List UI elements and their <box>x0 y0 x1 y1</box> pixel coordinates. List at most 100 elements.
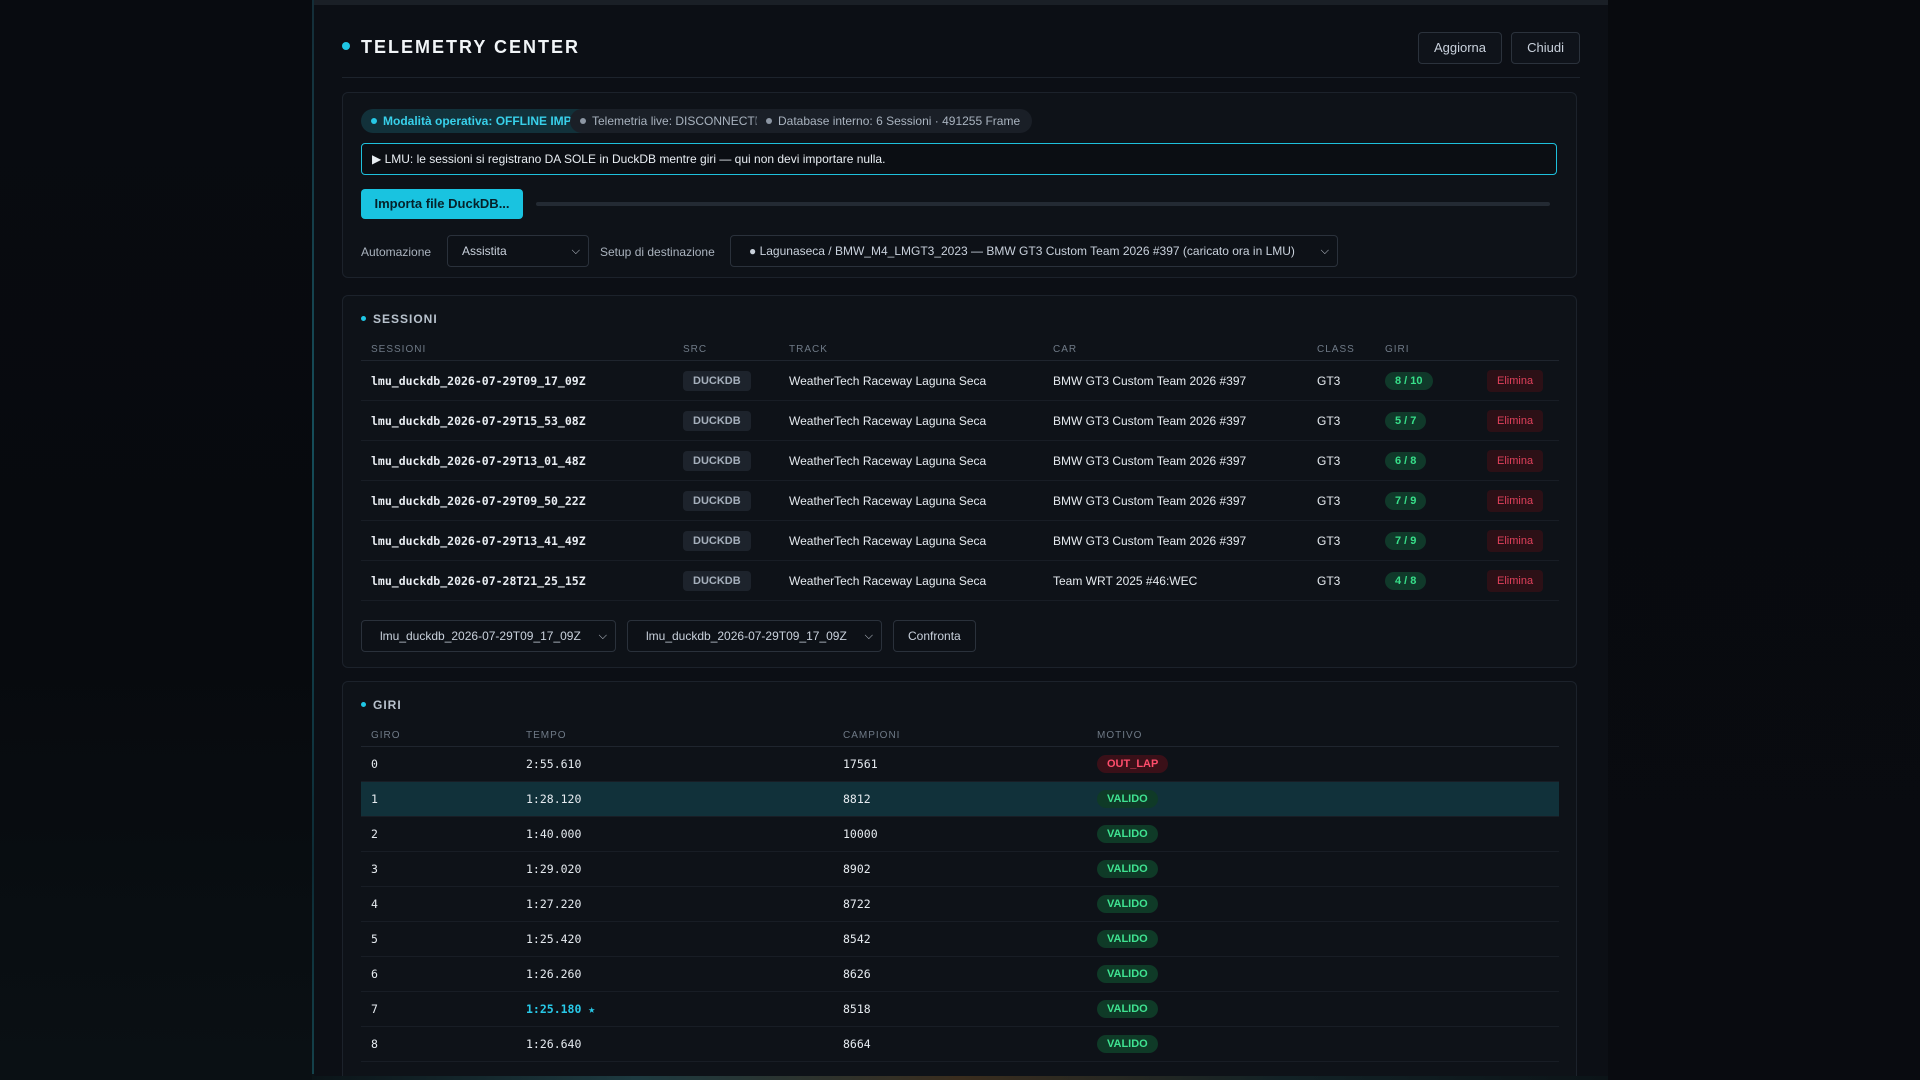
import-duckdb-button[interactable]: Importa file DuckDB... <box>361 189 523 219</box>
status-mode-text: Modalità operativa: OFFLINE IMPORT <box>383 114 598 128</box>
session-car: BMW GT3 Custom Team 2026 #397 <box>1043 520 1307 561</box>
session-car: BMW GT3 Custom Team 2026 #397 <box>1043 360 1307 401</box>
automation-label: Automazione <box>361 245 432 259</box>
table-row[interactable]: lmu_duckdb_2026-07-29T09_50_22Z DUCKDB Wea… <box>361 480 1559 521</box>
session-src-cell: DUCKDB <box>673 480 779 521</box>
table-row[interactable]: lmu_duckdb_2026-07-29T13_01_48Z DUCKDB Wea… <box>361 440 1559 481</box>
compare-button[interactable]: Confronta <box>893 620 976 652</box>
session-name-cell: lmu_duckdb_2026-07-29T13_41_49Z <box>361 520 673 561</box>
session-class: GT3 <box>1307 520 1375 561</box>
title-dot-icon <box>342 42 350 50</box>
delete-session-button[interactable]: Elimina <box>1487 529 1544 552</box>
table-row[interactable]: 6 1:26.260 8626 VALIDO <box>361 956 1559 992</box>
session-track: WeatherTech Raceway Laguna Seca <box>779 400 1043 441</box>
delete-session-button[interactable]: Elimina <box>1487 489 1544 512</box>
lap-reason-cell: VALIDO <box>1087 991 1559 1027</box>
lap-reason-cell: VALIDO <box>1087 1026 1559 1062</box>
compare-session-b-select[interactable]: lmu_duckdb_2026-07-29T09_17_09Z ⌵ <box>627 620 882 652</box>
table-row[interactable]: 3 1:29.020 8902 VALIDO <box>361 851 1559 887</box>
status-badge-db: Database interno: 6 Sessioni · 491255 Fr… <box>756 109 1033 133</box>
table-row[interactable]: 7 1:25.180 ★ 8518 VALIDO <box>361 991 1559 1027</box>
session-src-cell: DUCKDB <box>673 520 779 561</box>
laps-body: 0 2:55.610 17561 OUT_LAP 1 1:28.120 8812 VALIDO… <box>361 746 1559 1062</box>
sessions-card: SESSIONI SESSIONI SRC TRACK CAR CLASS GIRI lm… <box>342 295 1577 668</box>
source-badge: DUCKDB <box>683 530 751 551</box>
import-progress-bar <box>536 202 1550 206</box>
session-name: lmu_duckdb_2026-07-29T09_17_09Z <box>371 373 586 388</box>
sessions-column-header: CLASS <box>1307 338 1375 361</box>
lap-time: 1:26.260 <box>516 956 833 992</box>
lap-samples: 8902 <box>833 851 1087 887</box>
session-class: GT3 <box>1307 560 1375 601</box>
session-actions-cell: Elimina <box>1477 440 1559 481</box>
close-button[interactable]: Chiudi <box>1511 32 1580 64</box>
sessions-title-text: SESSIONI <box>373 312 438 326</box>
delete-session-button[interactable]: Elimina <box>1487 409 1544 432</box>
sessions-section-title: SESSIONI <box>361 312 438 326</box>
session-track: WeatherTech Raceway Laguna Seca <box>779 480 1043 521</box>
table-row[interactable]: lmu_duckdb_2026-07-28T21_25_15Z DUCKDB Wea… <box>361 560 1559 601</box>
source-badge: DUCKDB <box>683 490 751 511</box>
lap-samples: 8812 <box>833 781 1087 817</box>
table-row[interactable]: 8 1:26.640 8664 VALIDO <box>361 1026 1559 1062</box>
lap-time: 1:27.220 <box>516 886 833 922</box>
sessions-header-row: SESSIONI SRC TRACK CAR CLASS GIRI <box>361 338 1559 361</box>
table-row[interactable]: 1 1:28.120 8812 VALIDO <box>361 781 1559 817</box>
sessions-column-header: TRACK <box>779 338 1043 361</box>
laps-count-badge: 8 / 10 <box>1385 371 1433 390</box>
lap-samples: 8542 <box>833 921 1087 957</box>
sessions-column-header: SESSIONI <box>361 338 673 361</box>
automation-select-value: Assistita <box>462 244 507 258</box>
status-badge: VALIDO <box>1097 1035 1158 1053</box>
session-actions-cell: Elimina <box>1477 520 1559 561</box>
session-laps-cell: 8 / 10 <box>1375 360 1477 401</box>
status-db-text: Database interno: 6 Sessioni · 491255 Fr… <box>778 114 1021 128</box>
session-car: BMW GT3 Custom Team 2026 #397 <box>1043 440 1307 481</box>
table-row[interactable]: 5 1:25.420 8542 VALIDO <box>361 921 1559 957</box>
laps-count-badge: 4 / 8 <box>1385 571 1427 590</box>
sessions-column-header: SRC <box>673 338 779 361</box>
lap-reason-cell: OUT_LAP <box>1087 746 1559 782</box>
status-badge: VALIDO <box>1097 860 1158 878</box>
laps-card: GIRI GIRO TEMPO CAMPIONI MOTIVO 0 2:55.610 17… <box>342 681 1577 1076</box>
table-row[interactable]: lmu_duckdb_2026-07-29T15_53_08Z DUCKDB Wea… <box>361 400 1559 441</box>
lap-samples: 17561 <box>833 746 1087 782</box>
automation-select[interactable]: Assistita ⌵ <box>447 235 589 267</box>
section-dot-icon <box>361 316 366 321</box>
compare-a-value: lmu_duckdb_2026-07-29T09_17_09Z <box>380 629 581 643</box>
status-badge: VALIDO <box>1097 930 1158 948</box>
session-class: GT3 <box>1307 400 1375 441</box>
table-row[interactable]: 2 1:40.000 10000 VALIDO <box>361 816 1559 852</box>
sessions-table: SESSIONI SRC TRACK CAR CLASS GIRI lmu_duckdb_… <box>361 338 1559 601</box>
compare-session-a-select[interactable]: lmu_duckdb_2026-07-29T09_17_09Z ⌵ <box>361 620 616 652</box>
session-src-cell: DUCKDB <box>673 400 779 441</box>
session-src-cell: DUCKDB <box>673 440 779 481</box>
delete-session-button[interactable]: Elimina <box>1487 569 1544 592</box>
lap-number: 4 <box>361 886 516 922</box>
refresh-button[interactable]: Aggiorna <box>1417 32 1502 64</box>
lap-samples: 8722 <box>833 886 1087 922</box>
source-badge: DUCKDB <box>683 570 751 591</box>
source-badge: DUCKDB <box>683 370 751 391</box>
session-name-cell: lmu_duckdb_2026-07-28T21_25_15Z <box>361 560 673 601</box>
table-row[interactable]: lmu_duckdb_2026-07-29T09_17_09Z DUCKDB Wea… <box>361 360 1559 401</box>
delete-session-button[interactable]: Elimina <box>1487 449 1544 472</box>
delete-session-button[interactable]: Elimina <box>1487 369 1544 392</box>
lap-reason-cell: VALIDO <box>1087 921 1559 957</box>
setup-select[interactable]: ● Lagunaseca / BMW_M4_LMGT3_2023 — BMW G… <box>730 235 1338 267</box>
page-title: TELEMETRY CENTER <box>361 37 581 57</box>
session-name: lmu_duckdb_2026-07-28T21_25_15Z <box>371 573 586 588</box>
lap-time: 1:28.120 <box>516 781 833 817</box>
table-row[interactable]: 4 1:27.220 8722 VALIDO <box>361 886 1559 922</box>
laps-column-header: MOTIVO <box>1087 724 1559 747</box>
laps-count-badge: 7 / 9 <box>1385 531 1427 550</box>
session-name-cell: lmu_duckdb_2026-07-29T09_50_22Z <box>361 480 673 521</box>
lap-time: 1:25.420 <box>516 921 833 957</box>
table-row[interactable]: 0 2:55.610 17561 OUT_LAP <box>361 746 1559 782</box>
lap-number: 0 <box>361 746 516 782</box>
session-car: Team WRT 2025 #46:WEC <box>1043 560 1307 601</box>
table-row[interactable]: lmu_duckdb_2026-07-29T13_41_49Z DUCKDB Wea… <box>361 520 1559 561</box>
status-dot-icon <box>766 118 772 124</box>
sessions-column-header: CAR <box>1043 338 1307 361</box>
laps-table: GIRO TEMPO CAMPIONI MOTIVO 0 2:55.610 17561 OU… <box>361 724 1559 1062</box>
